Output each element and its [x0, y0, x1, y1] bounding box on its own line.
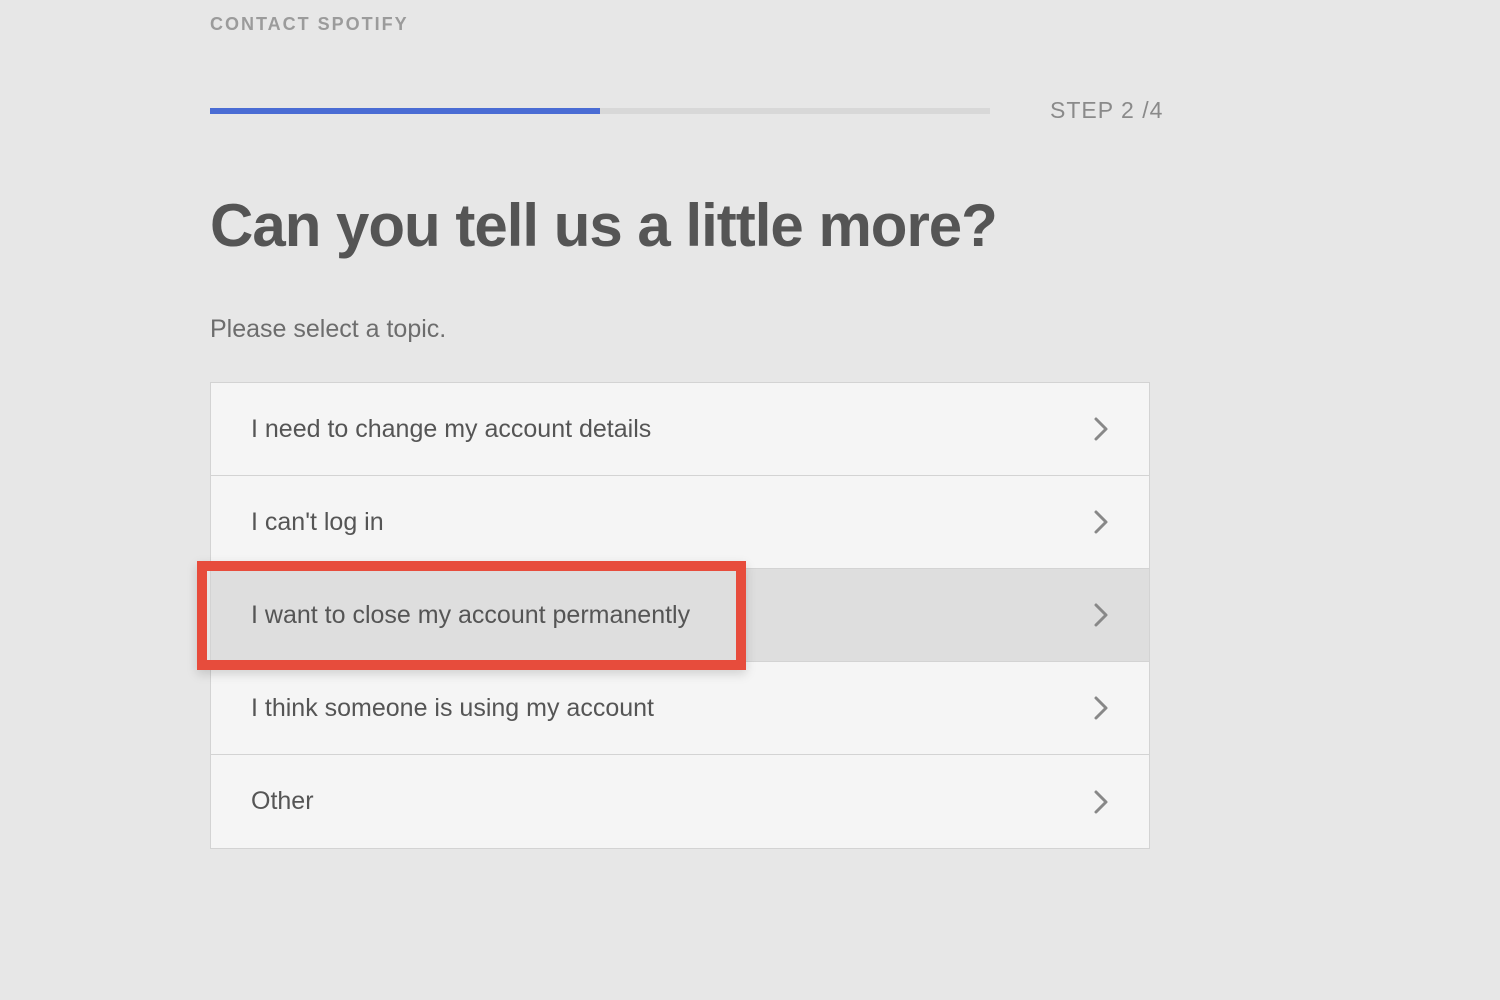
- page-subheading: Please select a topic.: [210, 315, 1150, 344]
- topic-label: I think someone is using my account: [251, 694, 654, 723]
- chevron-right-icon: [1093, 695, 1109, 721]
- topic-item[interactable]: Other: [211, 755, 1149, 848]
- progress-bar: [210, 108, 990, 114]
- topic-item[interactable]: I need to change my account details: [211, 383, 1149, 476]
- topic-label: Other: [251, 787, 314, 816]
- topic-label: I need to change my account details: [251, 415, 651, 444]
- chevron-right-icon: [1093, 602, 1109, 628]
- topic-item[interactable]: I can't log in: [211, 476, 1149, 569]
- topic-label: I want to close my account permanently: [251, 601, 690, 630]
- chevron-right-icon: [1093, 789, 1109, 815]
- progress-row: STEP 2 /4: [210, 97, 1150, 124]
- topic-item[interactable]: I want to close my account permanently: [211, 569, 1149, 662]
- page-heading: Can you tell us a little more?: [210, 194, 1150, 257]
- topic-label: I can't log in: [251, 508, 384, 537]
- topic-list: I need to change my account details I can…: [210, 382, 1150, 849]
- step-label: STEP 2 /4: [1050, 97, 1163, 124]
- chevron-right-icon: [1093, 416, 1109, 442]
- topic-item[interactable]: I think someone is using my account: [211, 662, 1149, 755]
- progress-fill: [210, 108, 600, 114]
- breadcrumb: CONTACT SPOTIFY: [210, 14, 1150, 35]
- chevron-right-icon: [1093, 509, 1109, 535]
